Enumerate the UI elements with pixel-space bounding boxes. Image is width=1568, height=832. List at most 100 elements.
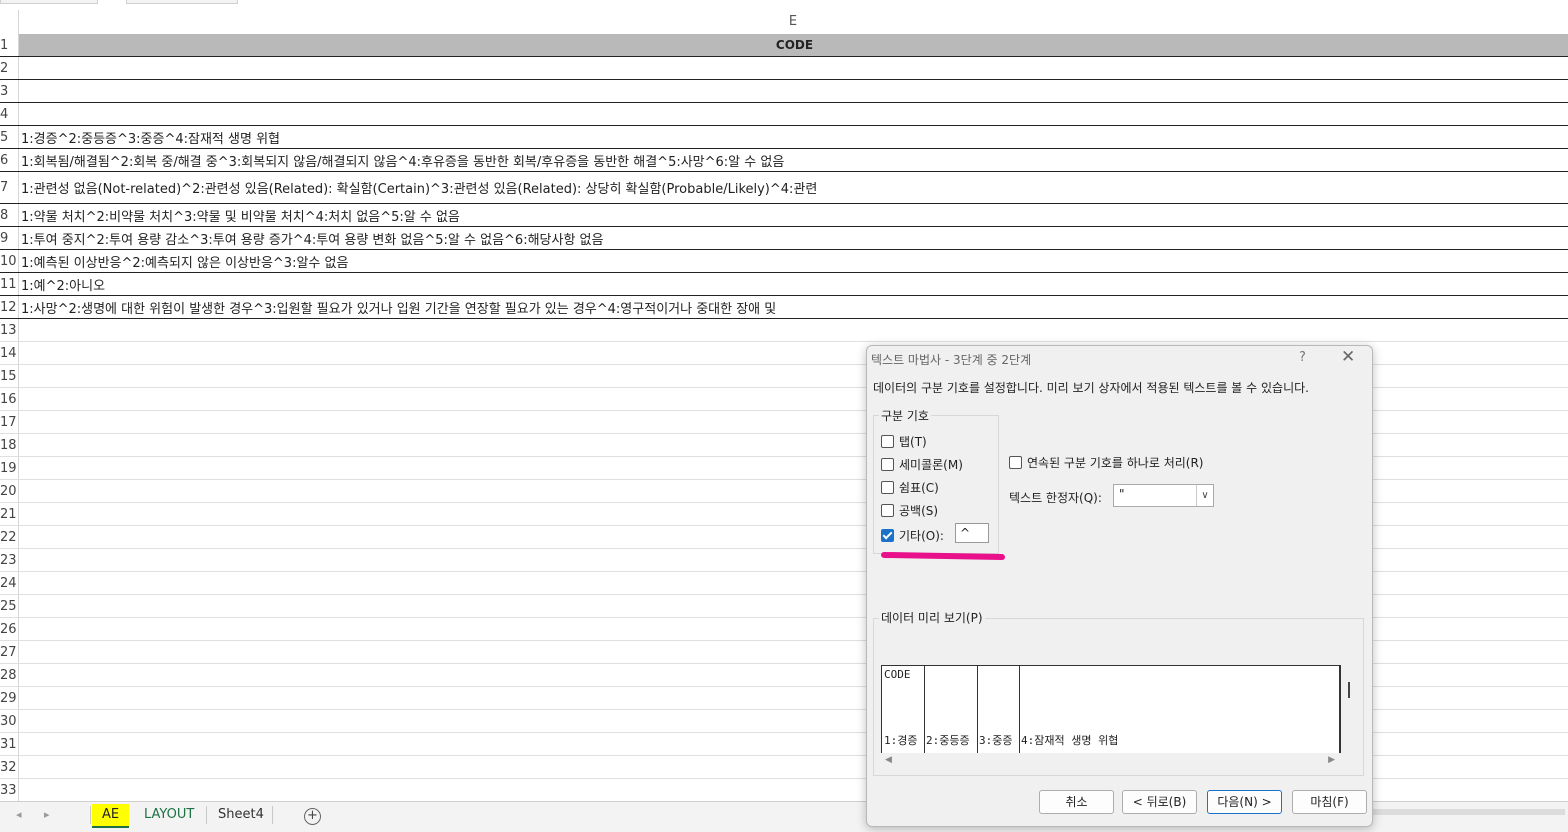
tab-separator — [206, 806, 207, 824]
cell[interactable] — [19, 103, 1568, 125]
preview-cell: 1:경증 — [884, 734, 918, 747]
column-header-e[interactable]: E — [18, 10, 1568, 34]
text-qualifier-select[interactable]: " ∨ — [1113, 484, 1214, 507]
row-number[interactable]: 4 — [0, 103, 19, 125]
row-number[interactable]: 28 — [0, 664, 19, 686]
top-strip — [0, 0, 1568, 10]
column-header-bar: E — [0, 10, 1568, 35]
cell[interactable]: 1:약물 처치^2:비약물 처치^3:약물 및 비약물 처치^4:처치 없음^5… — [19, 204, 1568, 226]
horizontal-scrollbar[interactable] — [1370, 809, 1565, 815]
row-number[interactable]: 31 — [0, 733, 19, 755]
row-number[interactable]: 26 — [0, 618, 19, 640]
row-number[interactable]: 15 — [0, 365, 19, 387]
row-number[interactable]: 7 — [0, 172, 19, 203]
scroll-left-arrow-icon[interactable]: ◀ — [885, 755, 892, 765]
row-number[interactable]: 20 — [0, 480, 19, 502]
table-row: 5 1:경증^2:중등증^3:중증^4:잠재적 생명 위협 — [0, 126, 1568, 149]
row-number[interactable]: 2 — [0, 57, 19, 79]
row-number[interactable]: 29 — [0, 687, 19, 709]
table-row: 2 — [0, 57, 1568, 80]
help-icon[interactable]: ? — [1299, 350, 1306, 365]
comma-checkbox[interactable]: 쉼표(C) — [881, 479, 939, 496]
next-sheet-arrow-icon[interactable]: ▸ — [44, 808, 50, 821]
cell[interactable] — [19, 80, 1568, 102]
row-number[interactable]: 27 — [0, 641, 19, 663]
other-delimiter-input[interactable]: ^ — [955, 523, 989, 543]
row-number[interactable]: 14 — [0, 342, 19, 364]
preview-column: 4:잠재적 생명 위협 — [1019, 666, 1340, 753]
row-number[interactable]: 24 — [0, 572, 19, 594]
data-preview-box[interactable]: CODE 1:경증 2:중등증 3:중증 4:잠재적 생명 위협 — [881, 665, 1341, 753]
cell[interactable]: 1:회복됨/해결됨^2:회복 중/해결 중^3:회복되지 않음/해결되지 않음^… — [19, 149, 1568, 171]
row-number[interactable]: 10 — [0, 250, 19, 272]
back-button[interactable]: < 뒤로(B) — [1122, 790, 1197, 814]
checkbox-icon[interactable] — [1009, 456, 1022, 469]
other-checkbox[interactable]: 기타(O): — [881, 527, 944, 544]
sheet-tab-sheet4[interactable]: Sheet4 — [208, 804, 274, 826]
cancel-button[interactable]: 취소 — [1039, 790, 1114, 814]
row-number[interactable]: 12 — [0, 296, 19, 318]
row-number[interactable]: 6 — [0, 149, 19, 171]
row-number[interactable]: 9 — [0, 227, 19, 249]
row-number[interactable]: 5 — [0, 126, 19, 148]
sheet-tab-ae[interactable]: AE — [92, 804, 130, 828]
cell[interactable] — [19, 57, 1568, 79]
row-number[interactable]: 25 — [0, 595, 19, 617]
table-row: 8 1:약물 처치^2:비약물 처치^3:약물 및 비약물 처치^4:처치 없음^… — [0, 204, 1568, 227]
sheet-tab-layout[interactable]: LAYOUT — [132, 804, 206, 826]
cell[interactable]: 1:사망^2:생명에 대한 위험이 발생한 경우^3:입원할 필요가 있거나 입… — [19, 296, 1568, 318]
finish-button[interactable]: 마침(F) — [1292, 790, 1367, 814]
row-number[interactable]: 18 — [0, 434, 19, 456]
row-number[interactable]: 11 — [0, 273, 19, 295]
add-sheet-icon[interactable]: + — [304, 808, 321, 825]
table-row: 11 1:예^2:아니오 — [0, 273, 1568, 296]
row-number[interactable]: 22 — [0, 526, 19, 548]
row-number[interactable]: 30 — [0, 710, 19, 732]
cell[interactable]: 1:예^2:아니오 — [19, 273, 1568, 295]
checkbox-checked-icon[interactable] — [881, 529, 894, 542]
delimiters-legend: 구분 기호 — [879, 407, 931, 424]
preview-horizontal-scrollbar[interactable]: ◀ ▶ — [885, 755, 1335, 767]
semicolon-checkbox[interactable]: 세미콜론(M) — [881, 456, 963, 473]
chevron-down-icon[interactable]: ∨ — [1196, 485, 1213, 506]
checkbox-icon[interactable] — [881, 504, 894, 517]
scroll-right-arrow-icon[interactable]: ▶ — [1328, 755, 1335, 765]
row-number[interactable]: 16 — [0, 388, 19, 410]
row-number[interactable]: 17 — [0, 411, 19, 433]
row-number[interactable]: 32 — [0, 756, 19, 778]
consecutive-delimiters-checkbox[interactable]: 연속된 구분 기호를 하나로 처리(R) — [1009, 454, 1203, 471]
row-number[interactable]: 1 — [0, 34, 19, 56]
checkbox-icon[interactable] — [881, 458, 894, 471]
preview-header-cell: CODE — [884, 668, 911, 681]
checkbox-icon[interactable] — [881, 435, 894, 448]
row-number[interactable]: 19 — [0, 457, 19, 479]
row-number[interactable]: 21 — [0, 503, 19, 525]
prev-sheet-arrow-icon[interactable]: ◂ — [16, 808, 22, 821]
table-row: 12 1:사망^2:생명에 대한 위험이 발생한 경우^3:입원할 필요가 있거나… — [0, 296, 1568, 319]
data-preview-legend: 데이터 미리 보기(P) — [879, 609, 985, 626]
cell[interactable] — [19, 319, 1568, 341]
row-number[interactable]: 23 — [0, 549, 19, 571]
select-all-corner[interactable] — [0, 10, 19, 34]
text-qualifier-label: 텍스트 한정자(Q): — [1009, 491, 1102, 505]
preview-column: 3:중증 — [977, 666, 1020, 753]
checkbox-icon[interactable] — [881, 481, 894, 494]
close-icon[interactable]: ✕ — [1341, 347, 1355, 367]
text-import-wizard-dialog: 텍스트 마법사 - 3단계 중 2단계 ? ✕ 데이터의 구분 기호를 설정합니… — [866, 345, 1373, 827]
row-number[interactable]: 8 — [0, 204, 19, 226]
preview-vertical-scrollbar[interactable] — [1348, 682, 1350, 698]
comma-checkbox-label: 쉼표(C) — [899, 481, 939, 495]
row-number[interactable]: 3 — [0, 80, 19, 102]
cell[interactable]: 1:관련성 없음(Not-related)^2:관련성 있음(Related):… — [19, 172, 1568, 203]
row-number[interactable]: 33 — [0, 779, 19, 801]
cell[interactable]: CODE — [19, 34, 1568, 56]
next-button[interactable]: 다음(N) > — [1207, 790, 1282, 814]
cell[interactable]: 1:예측된 이상반응^2:예측되지 않은 이상반응^3:알수 없음 — [19, 250, 1568, 272]
space-checkbox[interactable]: 공백(S) — [881, 502, 938, 519]
text-qualifier-value: " — [1119, 487, 1125, 501]
ribbon-edge — [126, 0, 238, 4]
cell[interactable]: 1:투여 중지^2:투여 용량 감소^3:투여 용량 증가^4:투여 용량 변화… — [19, 227, 1568, 249]
row-number[interactable]: 13 — [0, 319, 19, 341]
cell[interactable]: 1:경증^2:중등증^3:중증^4:잠재적 생명 위협 — [19, 126, 1568, 148]
tab-checkbox[interactable]: 탭(T) — [881, 433, 927, 450]
